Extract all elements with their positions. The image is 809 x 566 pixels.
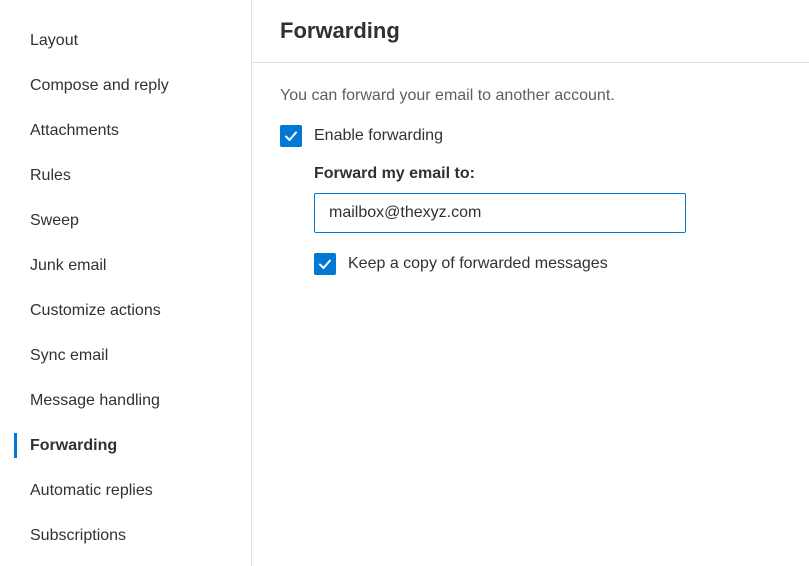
sidebar-item-rules[interactable]: Rules [0,153,251,198]
keep-copy-row: Keep a copy of forwarded messages [314,253,781,275]
checkmark-icon [317,256,333,272]
sidebar-item-attachments[interactable]: Attachments [0,108,251,153]
sidebar-item-label: Subscriptions [30,527,126,545]
sidebar-item-compose-and-reply[interactable]: Compose and reply [0,63,251,108]
sidebar-item-label: Rules [30,167,71,185]
forward-to-input[interactable] [314,193,686,233]
sidebar-item-label: Sync email [30,347,108,365]
sidebar-item-layout[interactable]: Layout [0,18,251,63]
sidebar-item-label: Junk email [30,257,106,275]
sidebar-item-label: Message handling [30,392,160,410]
sidebar-item-junk-email[interactable]: Junk email [0,243,251,288]
sidebar-item-message-handling[interactable]: Message handling [0,378,251,423]
sidebar-item-customize-actions[interactable]: Customize actions [0,288,251,333]
sidebar-item-subscriptions[interactable]: Subscriptions [0,513,251,558]
sidebar-item-sync-email[interactable]: Sync email [0,333,251,378]
sidebar-item-label: Compose and reply [30,77,169,95]
sidebar-item-label: Sweep [30,212,79,230]
checkmark-icon [283,128,299,144]
divider [252,62,809,63]
enable-forwarding-checkbox[interactable] [280,125,302,147]
sidebar-item-automatic-replies[interactable]: Automatic replies [0,468,251,513]
sidebar-item-label: Layout [30,32,78,50]
forward-to-label: Forward my email to: [314,165,781,183]
enable-forwarding-row: Enable forwarding [280,125,781,147]
forward-to-section: Forward my email to: Keep a copy of forw… [280,165,781,275]
settings-sidebar: Layout Compose and reply Attachments Rul… [0,0,252,566]
keep-copy-checkbox[interactable] [314,253,336,275]
enable-forwarding-label: Enable forwarding [314,127,443,145]
sidebar-item-sweep[interactable]: Sweep [0,198,251,243]
page-title: Forwarding [280,18,781,44]
sidebar-item-label: Forwarding [30,437,117,455]
sidebar-item-forwarding[interactable]: Forwarding [0,423,251,468]
forwarding-description: You can forward your email to another ac… [280,87,781,105]
keep-copy-label: Keep a copy of forwarded messages [348,255,608,273]
main-content: Forwarding You can forward your email to… [252,0,809,566]
sidebar-item-label: Automatic replies [30,482,153,500]
sidebar-item-label: Customize actions [30,302,161,320]
sidebar-item-label: Attachments [30,122,119,140]
